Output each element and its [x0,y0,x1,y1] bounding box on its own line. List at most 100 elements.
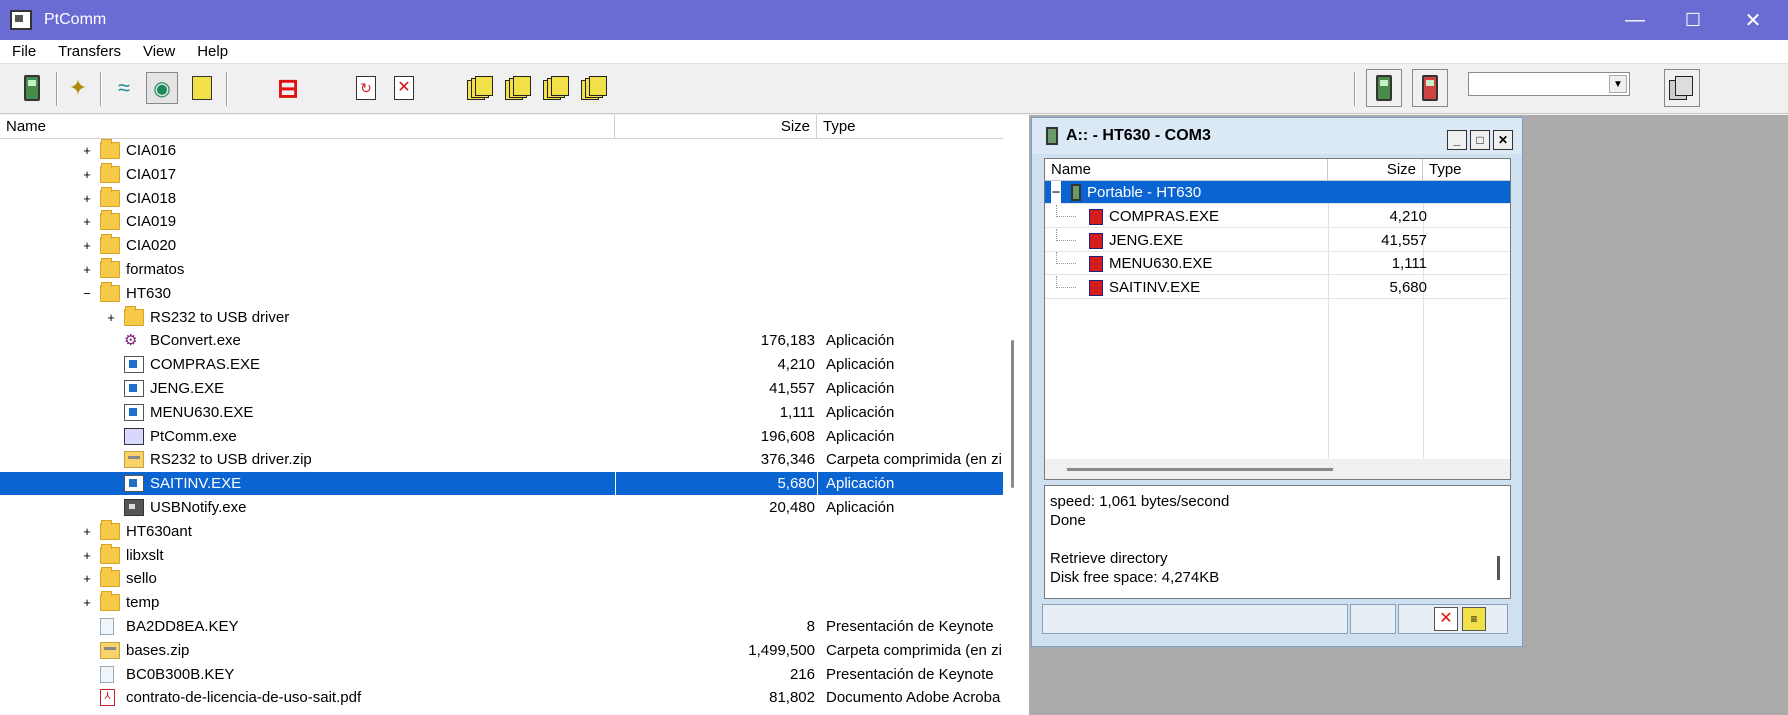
list-item[interactable]: COMPRAS.EXE 4,210 [1045,205,1510,228]
table-row[interactable]: + CIA017 [0,162,1003,186]
row-name: formatos [126,261,185,278]
table-row[interactable]: + RS232 to USB driver [0,305,1003,329]
device-find-icon[interactable]: ◉ [146,72,178,104]
column-size[interactable]: Size [1328,159,1423,181]
horizontal-scrollbar[interactable] [1045,459,1510,479]
local-file-tree[interactable]: Name Size Type + CIA016 + CIA017 + CIA018 + CIA… [0,115,1003,715]
child-maximize-button[interactable]: □ [1470,130,1490,150]
table-row[interactable]: bases.zip 1,499,500 Carpeta comprimida (en… [0,639,1003,662]
table-row[interactable]: JENG.EXE 41,557 Aplicación [0,377,1003,400]
vertical-scrollbar[interactable] [1003,115,1029,715]
table-row[interactable]: + temp [0,591,1003,614]
table-row[interactable]: MENU630.EXE 1,111 Aplicación [0,401,1003,424]
table-row[interactable]: + CIA016 [0,139,1003,162]
expand-toggle[interactable]: + [82,234,92,257]
menu-transfers[interactable]: Transfers [46,43,131,60]
column-type[interactable]: Type [817,115,1003,139]
list-item[interactable]: JENG.EXE 41,557 [1045,228,1510,252]
copy-3-icon[interactable] [540,72,572,104]
row-size: 81,802 [769,689,815,707]
chevron-down-icon[interactable]: ▼ [1609,75,1627,93]
child-close-button[interactable]: ✕ [1493,130,1513,150]
options-icon[interactable] [1664,69,1700,107]
toolbar-separator [226,72,228,106]
expand-toggle[interactable]: + [82,139,92,162]
copy-1-icon[interactable] [464,72,496,104]
column-type[interactable]: Type [1423,159,1510,181]
row-name: RS232 to USB driver [150,308,290,326]
expand-toggle[interactable]: + [82,567,92,590]
table-row[interactable]: + CIA020 [0,234,1003,257]
row-name: CIA018 [126,189,177,207]
table-row[interactable]: + formatos [0,258,1003,281]
table-row[interactable]: RS232 to USB driver.zip 376,346 Carpeta co… [0,448,1003,471]
table-row[interactable]: BConvert.exe 176,183 Aplicación [0,329,1003,352]
table-row[interactable]: BA2DD8EA.KEY 8 Presentación de Keynote [0,615,1003,638]
refresh-icon[interactable]: ↻ [350,72,382,104]
expand-toggle[interactable]: + [106,306,116,329]
delete-icon[interactable]: ✕ [388,72,420,104]
maximize-button[interactable]: ☐ [1664,0,1722,40]
device-send-icon[interactable] [1366,69,1402,107]
copy-4-icon[interactable] [578,72,610,104]
device-receive-icon[interactable] [1412,69,1448,107]
expand-toggle[interactable]: + [82,210,92,233]
notes-icon[interactable]: ≡ [1462,607,1486,631]
table-row[interactable]: ⅄ contrato-de-licencia-de-uso-sait.pdf 81,… [0,686,1003,709]
expand-toggle[interactable]: + [82,258,92,281]
menu-view[interactable]: View [131,43,185,60]
expand-toggle[interactable]: + [82,163,92,186]
expand-toggle[interactable]: − [82,282,92,305]
copy-2-icon[interactable] [502,72,534,104]
close-button[interactable]: ✕ [1724,0,1782,40]
menu-help[interactable]: Help [185,43,238,60]
log-line: Disk free space: 4,274KB [1050,569,1220,586]
list-item[interactable]: MENU630.EXE 1,111 [1045,252,1510,275]
table-row[interactable]: BC0B300B.KEY 216 Presentación de Keynote [0,663,1003,686]
log-scroll-thumb[interactable] [1497,556,1500,580]
collapse-toggle[interactable]: − [1051,181,1061,204]
table-row[interactable]: USBNotify.exe 20,480 Aplicación [0,496,1003,519]
table-row[interactable]: SAITINV.EXE 5,680 Aplicación [0,472,1003,496]
list-item[interactable]: SAITINV.EXE 5,680 [1045,275,1510,299]
device-root-label: Portable - HT630 [1087,184,1202,201]
tree-line [1056,275,1076,288]
column-size[interactable]: Size [615,115,817,139]
stop-icon[interactable]: ⊟ [272,72,304,104]
table-row[interactable]: + sello [0,567,1003,590]
device-status-bar: ✕ ≡ [1042,604,1512,636]
child-minimize-button[interactable]: _ [1447,130,1467,150]
delete-icon[interactable]: ✕ [1434,607,1458,631]
wizard-icon[interactable]: ✦ [62,72,94,104]
table-row[interactable]: PtComm.exe 196,608 Aplicación [0,425,1003,448]
column-name[interactable]: Name [0,115,615,139]
row-name: libxslt [126,546,164,564]
table-row[interactable]: + libxslt [0,543,1003,567]
device-icon[interactable] [16,72,48,104]
expand-toggle[interactable]: + [82,544,92,567]
scroll-thumb[interactable] [1067,468,1333,471]
program-icon [1089,232,1103,249]
expand-toggle[interactable]: + [82,591,92,614]
table-row[interactable]: COMPRAS.EXE 4,210 Aplicación [0,353,1003,376]
row-size: 216 [789,665,815,683]
column-name[interactable]: Name [1045,159,1328,181]
expand-toggle[interactable]: + [82,520,92,543]
device-file-list[interactable]: Name Size Type − Portable - HT630 COMPRA… [1044,158,1511,480]
device-combo[interactable]: ▼ [1468,72,1630,96]
list-icon[interactable] [186,72,218,104]
device-root-row[interactable]: − Portable - HT630 [1045,181,1510,204]
table-row[interactable]: − HT630 [0,281,1003,305]
folder-icon [124,305,144,326]
connect-icon[interactable]: ≈ [108,72,140,104]
scroll-thumb[interactable] [1011,340,1014,488]
expand-toggle[interactable]: + [82,187,92,210]
menu-file[interactable]: File [0,43,46,60]
minimize-button[interactable]: — [1606,0,1664,40]
row-name: CIA017 [126,165,177,183]
table-row[interactable]: + CIA019 [0,210,1003,233]
folder-icon [100,591,120,612]
row-name: SAITINV.EXE [150,475,242,493]
table-row[interactable]: + CIA018 [0,186,1003,210]
table-row[interactable]: + HT630ant [0,519,1003,543]
